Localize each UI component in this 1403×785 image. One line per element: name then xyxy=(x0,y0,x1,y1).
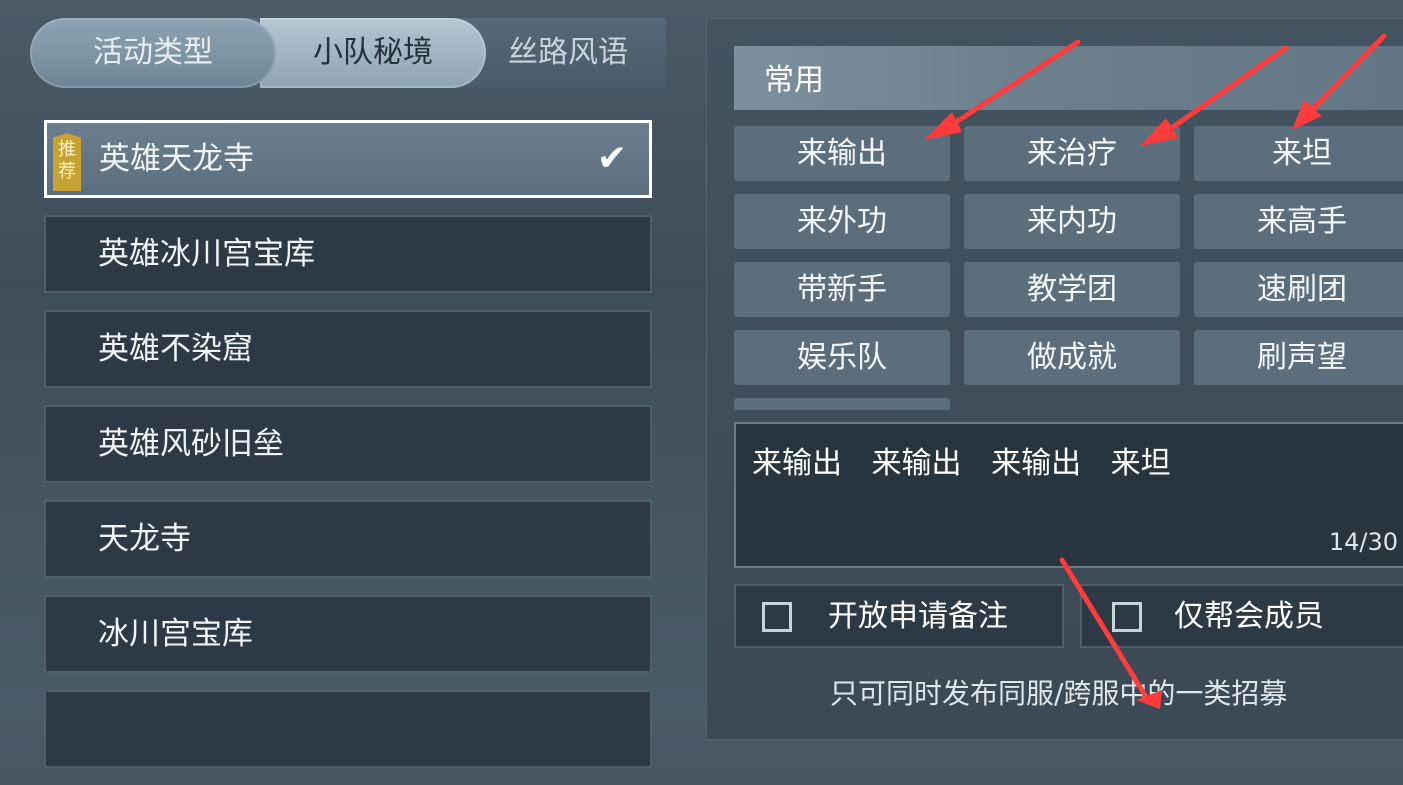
list-item-label: 英雄天龙寺 xyxy=(99,141,254,177)
open-apply-note-option[interactable]: 开放申请备注 xyxy=(734,584,1064,648)
chip-internal[interactable]: 来内功 xyxy=(964,194,1180,249)
list-item-label: 英雄冰川宫宝库 xyxy=(98,236,315,272)
tab-silk-road[interactable]: 丝路风语 xyxy=(470,18,666,88)
chip-reputation[interactable]: 刷声望 xyxy=(1194,330,1403,385)
list-item-label: 天龙寺 xyxy=(98,521,191,557)
tab-team-dungeon[interactable]: 小队秘境 xyxy=(260,18,486,88)
chip-partial[interactable] xyxy=(734,398,950,410)
common-header: 常用 xyxy=(734,46,1403,110)
list-item[interactable]: 推荐 英雄天龙寺 ✔ xyxy=(44,120,652,198)
chip-speedrun[interactable]: 速刷团 xyxy=(1194,262,1403,317)
list-item[interactable]: 英雄风砂旧垒 xyxy=(44,405,652,483)
chip-casual[interactable]: 娱乐队 xyxy=(734,330,950,385)
footer-note: 只可同时发布同服/跨服中的一类招募 xyxy=(830,677,1288,710)
chip-dps[interactable]: 来输出 xyxy=(734,126,950,181)
chip-expert[interactable]: 来高手 xyxy=(1194,194,1403,249)
note-input[interactable]: 来输出 来输出 来输出 来坦 14/30 xyxy=(734,422,1403,568)
dungeon-list: 推荐 英雄天龙寺 ✔ 英雄冰川宫宝库 英雄不染窟 英雄风砂旧垒 天龙寺 冰川宫宝… xyxy=(44,120,652,785)
chip-tank[interactable]: 来坦 xyxy=(1194,126,1403,181)
chip-healer[interactable]: 来治疗 xyxy=(964,126,1180,181)
note-text: 来输出 来输出 来输出 来坦 xyxy=(752,446,1171,481)
chip-newbie[interactable]: 带新手 xyxy=(734,262,950,317)
checkbox[interactable] xyxy=(1112,602,1142,632)
tab-activity-type[interactable]: 活动类型 xyxy=(30,18,276,88)
chip-external[interactable]: 来外功 xyxy=(734,194,950,249)
list-item[interactable] xyxy=(44,690,652,768)
chip-achievement[interactable]: 做成就 xyxy=(964,330,1180,385)
list-item[interactable]: 天龙寺 xyxy=(44,500,652,578)
recommend-badge: 推荐 xyxy=(53,133,81,191)
activity-tabs: 丝路风语 小队秘境 活动类型 xyxy=(30,18,666,88)
list-item-label: 英雄不染窟 xyxy=(98,331,253,367)
list-item[interactable]: 英雄不染窟 xyxy=(44,310,652,388)
option-label: 开放申请备注 xyxy=(828,599,1008,634)
list-item[interactable]: 英雄冰川宫宝库 xyxy=(44,215,652,293)
char-count: 14/30 xyxy=(1328,528,1398,556)
checkbox[interactable] xyxy=(762,602,792,632)
list-item[interactable]: 冰川宫宝库 xyxy=(44,595,652,673)
guild-only-option[interactable]: 仅帮会成员 xyxy=(1080,584,1403,648)
option-label: 仅帮会成员 xyxy=(1174,599,1324,634)
list-item-label: 冰川宫宝库 xyxy=(98,616,253,652)
list-item-label: 英雄风砂旧垒 xyxy=(98,426,284,462)
chip-teaching[interactable]: 教学团 xyxy=(964,262,1180,317)
check-icon: ✔ xyxy=(596,138,627,179)
